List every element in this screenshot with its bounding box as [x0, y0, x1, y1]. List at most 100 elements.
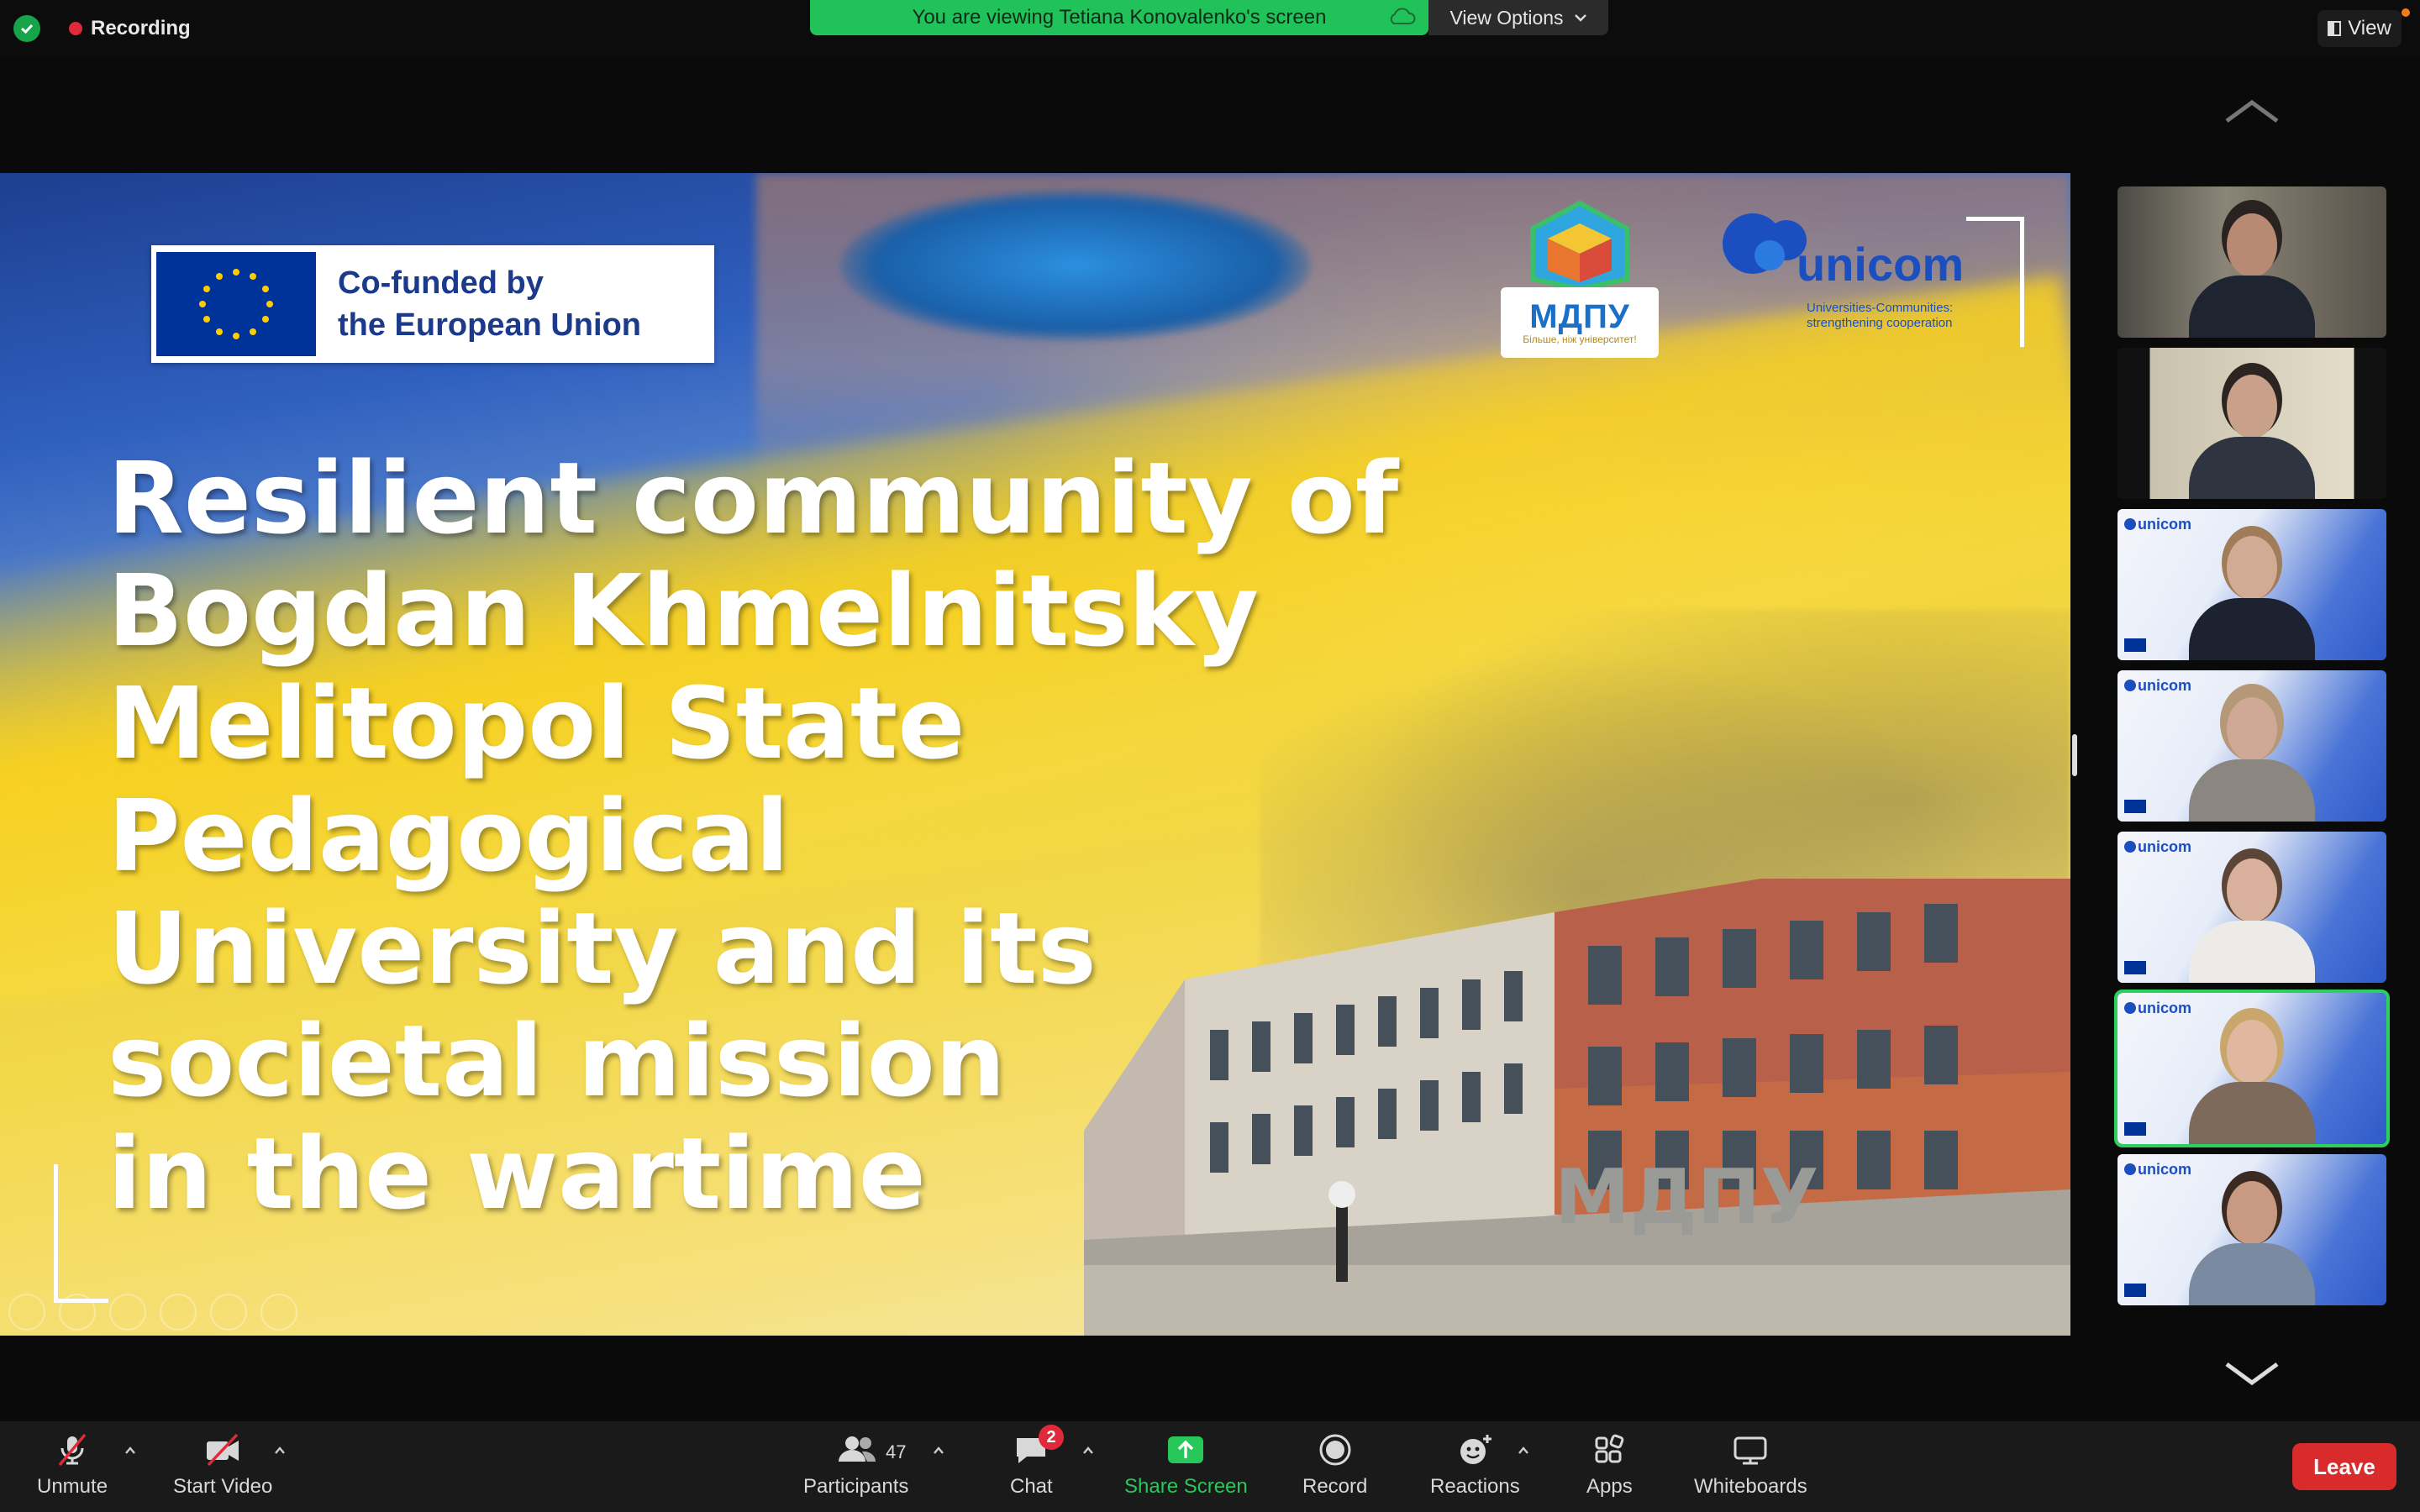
building-sign: МДПУ [1555, 1153, 1818, 1242]
notification-dot [2402, 8, 2410, 17]
eu-cofunded-logo: Co-funded by the European Union [151, 245, 714, 363]
participant-figure [2189, 840, 2315, 983]
tile-eu-flag-icon [2124, 961, 2146, 974]
record-icon [1319, 1434, 1351, 1466]
apps-label: Apps [1586, 1475, 1633, 1498]
view-label: View [2348, 17, 2391, 39]
apps-icon [1595, 1434, 1624, 1463]
participant-video-tile[interactable] [2118, 186, 2386, 338]
whiteboards-label: Whiteboards [1694, 1475, 1807, 1498]
viewing-screen-banner: You are viewing Tetiana Konovalenko's sc… [810, 0, 1428, 35]
unmute-label: Unmute [37, 1475, 108, 1498]
reactions-button[interactable]: Reactions [1430, 1433, 1520, 1499]
start-video-button[interactable]: Start Video [173, 1433, 272, 1499]
participant-video-tile[interactable]: unicom [2118, 670, 2386, 822]
participant-figure [2189, 1163, 2315, 1305]
whiteboard-icon [1733, 1436, 1767, 1465]
slide-corner-frame-top-right [1966, 217, 2024, 347]
recording-indicator[interactable]: Recording [69, 17, 191, 40]
chevron-down-icon [1574, 14, 1586, 22]
eu-line-1: Co-funded by [338, 265, 544, 301]
shared-screen-slide: МДПУ Co-funded by the European Union МДП… [0, 173, 2070, 1336]
mdpu-tagline: Більше, ніж університет! [1523, 333, 1637, 345]
participant-video-tile[interactable]: unicom [2118, 1154, 2386, 1305]
previous-slide-icon[interactable] [8, 1294, 45, 1331]
chat-options-caret-icon[interactable] [1082, 1445, 1094, 1457]
participant-figure [2189, 517, 2315, 660]
active-speaker-video-tile[interactable]: unicom [2114, 990, 2390, 1147]
tile-unicom-logo: unicom [2124, 516, 2191, 533]
tile-eu-flag-icon [2124, 800, 2146, 813]
slides-grid-icon[interactable] [160, 1294, 197, 1331]
slide-corner-frame-bottom-left [54, 1164, 108, 1303]
slide-title-line: Bogdan Khmelnitsky [108, 553, 1260, 669]
leave-meeting-button[interactable]: Leave [2292, 1443, 2396, 1490]
slide-title-line: Melitopol State [108, 665, 965, 781]
viewing-banner-text: You are viewing Tetiana Konovalenko's sc… [912, 6, 1327, 29]
unicom-tagline-1: Universities-Communities: [1807, 301, 1954, 315]
next-slide-icon[interactable] [59, 1294, 96, 1331]
slide-title-line: University and its [108, 890, 1097, 1006]
more-options-icon[interactable] [260, 1294, 297, 1331]
slide-background-fountain [840, 190, 1311, 341]
view-options-button[interactable]: View Options [1428, 0, 1608, 35]
microphone-muted-icon [58, 1433, 87, 1467]
chat-label: Chat [1010, 1475, 1053, 1498]
reactions-smiley-icon [1460, 1435, 1492, 1464]
eu-flag-icon [156, 252, 316, 356]
tile-eu-flag-icon [2124, 1284, 2146, 1297]
audio-options-caret-icon[interactable] [124, 1445, 136, 1457]
slide-title: Resilient community of Bogdan Khmelnitsk… [108, 442, 1536, 1230]
gallery-resize-handle[interactable] [2072, 734, 2077, 776]
participant-figure [2189, 679, 2315, 822]
participant-video-tile[interactable]: unicom [2118, 509, 2386, 660]
participants-options-caret-icon[interactable] [933, 1445, 944, 1457]
eu-line-2: the European Union [338, 307, 641, 343]
tile-unicom-logo: unicom [2124, 1161, 2191, 1179]
participants-label: Participants [803, 1475, 909, 1498]
gallery-scroll-down-icon[interactable] [2222, 1357, 2282, 1391]
cloud-icon [1390, 8, 1416, 24]
meeting-top-bar: Recording You are viewing Tetiana Konova… [0, 0, 2420, 55]
gallery-scroll-up-icon[interactable] [2222, 94, 2282, 128]
mdpu-name: МДПУ [1529, 298, 1630, 335]
slide-title-line: Resilient community of [108, 440, 1399, 556]
unicom-tagline-2: strengthening cooperation [1807, 316, 1953, 330]
record-label: Record [1302, 1475, 1368, 1498]
tile-eu-flag-icon [2124, 1122, 2146, 1136]
reactions-label: Reactions [1430, 1475, 1520, 1498]
video-camera-off-icon [207, 1433, 239, 1467]
view-layout-button[interactable]: View [2317, 10, 2402, 47]
participant-figure [2189, 1001, 2315, 1144]
whiteboards-button[interactable]: Whiteboards [1694, 1433, 1807, 1499]
slide-title-line: in the wartime [108, 1116, 926, 1231]
participants-icon [838, 1436, 876, 1462]
security-shield-icon[interactable] [13, 15, 40, 42]
recording-label: Recording [91, 17, 191, 39]
share-screen-label: Share Screen [1124, 1475, 1248, 1498]
mdpu-cube-icon [1530, 200, 1629, 292]
zoom-icon[interactable] [210, 1294, 247, 1331]
tile-eu-flag-icon [2124, 638, 2146, 652]
pen-icon[interactable] [109, 1294, 146, 1331]
share-screen-button[interactable]: Share Screen [1124, 1433, 1248, 1499]
reactions-options-caret-icon[interactable] [1518, 1445, 1529, 1457]
unicom-name: unicom [1797, 238, 1965, 291]
tile-unicom-logo: unicom [2124, 677, 2191, 695]
participant-figure [2189, 356, 2315, 499]
unmute-button[interactable]: Unmute [37, 1433, 108, 1499]
participants-count: 47 [886, 1441, 907, 1462]
participant-video-tile[interactable]: unicom [2118, 832, 2386, 983]
mdpu-logo: МДПУ Більше, ніж університет! [1501, 198, 1659, 363]
recording-dot-icon [69, 22, 82, 35]
record-button[interactable]: Record [1302, 1433, 1367, 1499]
start-video-label: Start Video [173, 1475, 273, 1498]
layout-grid-icon [2328, 21, 2342, 36]
chat-unread-badge: 2 [1039, 1425, 1064, 1450]
apps-button[interactable]: Apps [1586, 1433, 1633, 1499]
view-options-label: View Options [1449, 6, 1564, 29]
participant-video-tile[interactable] [2118, 348, 2386, 499]
tile-unicom-logo: unicom [2124, 1000, 2191, 1017]
video-options-caret-icon[interactable] [274, 1445, 286, 1457]
tile-unicom-logo: unicom [2124, 838, 2191, 856]
